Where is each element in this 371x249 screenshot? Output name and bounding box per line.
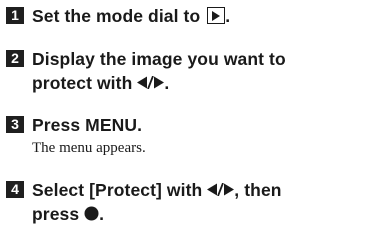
step-3: 3 Press MENU. The menu appears. [6,113,367,157]
step-number: 1 [6,7,24,24]
step-4: 4 Select [Protect] with , then press . [6,178,367,227]
left-right-arrows-icon [207,178,235,202]
left-right-arrows-icon [137,71,165,95]
step-title: Select [Protect] with , then press . [32,178,282,227]
step-title: Display the image you want to protect wi… [32,49,286,95]
step-description: The menu appears. [32,140,146,156]
step-2: 2 Display the image you want to protect … [6,47,367,95]
step-title: Press MENU. [32,115,143,135]
step-number: 4 [6,181,24,198]
step-title: Set the mode dial to . [32,6,231,26]
step-number: 3 [6,116,24,133]
playback-icon [207,7,226,24]
step-number: 2 [6,50,24,67]
step-1: 1 Set the mode dial to . [6,4,367,28]
center-button-icon [84,203,99,227]
